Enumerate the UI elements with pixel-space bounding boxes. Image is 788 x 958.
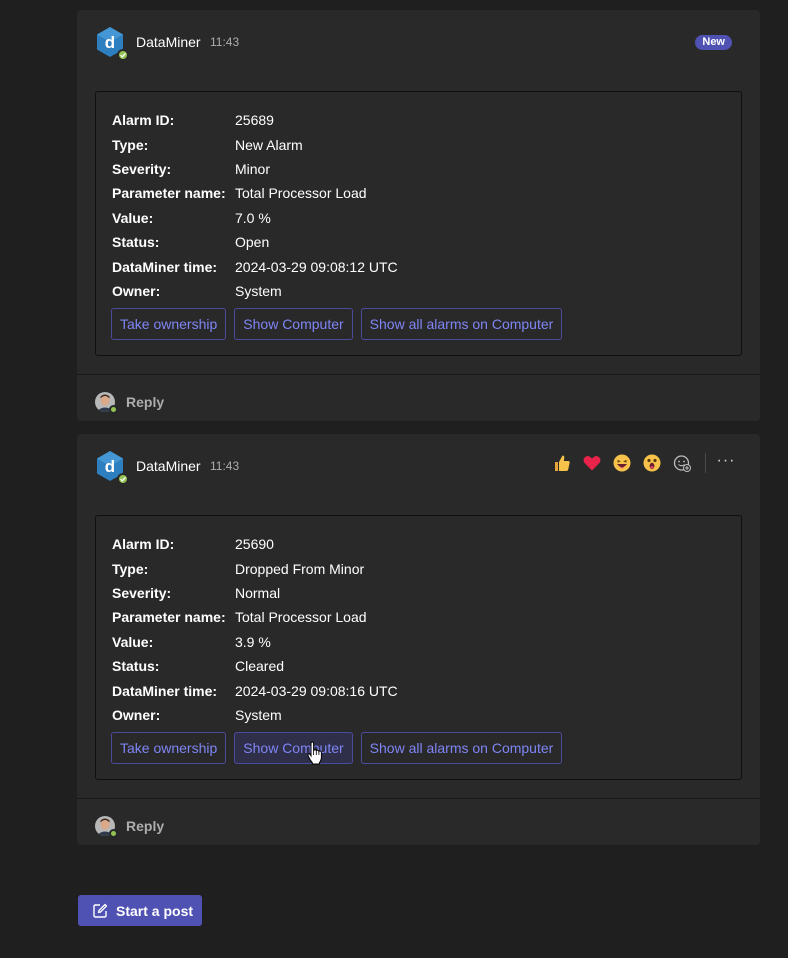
fact-value: Total Processor Load [235,185,367,202]
fact-key: Status: [112,658,160,675]
fact-row: Severity: Minor [112,157,398,181]
fact-value: 25689 [235,112,274,129]
presence-available-icon [109,829,118,838]
fact-value: 2024-03-29 09:08:12 UTC [235,258,398,275]
fact-key: Owner: [112,282,161,299]
fact-value: 25690 [235,536,274,553]
fact-key: Owner: [112,706,161,723]
fact-row: Status: Open [112,230,398,254]
show-computer-button[interactable]: Show Computer [234,308,353,340]
alarm-post: d DataMiner 11:43 New Alarm ID: 25689 Typ… [77,10,760,421]
start-post-label: Start a post [116,902,194,919]
fact-row: Severity: Normal [112,581,398,605]
fact-row: Value: 7.0 % [112,206,398,230]
fact-key: Severity: [112,160,172,177]
add-reaction-icon [673,455,691,472]
fact-row: Value: 3.9 % [112,630,398,654]
fact-key: Parameter name: [112,609,226,626]
start-post-button[interactable]: Start a post [78,895,202,926]
fact-set: Alarm ID: 25689 Type: New Alarm Severity: M… [112,108,398,303]
user-avatar [95,816,118,838]
svg-text:d: d [105,33,115,52]
alarm-post: d DataMiner 11:43 ··· Alarm ID: 25690 Ty… [77,434,760,845]
fact-value: New Alarm [235,136,303,153]
fact-key: DataMiner time: [112,682,218,699]
like-icon [555,455,570,471]
fact-key: DataMiner time: [112,258,218,275]
alarm-card: Alarm ID: 25689 Type: New Alarm Severity: M… [95,91,742,356]
post-header: d DataMiner 11:43 ··· [77,434,760,498]
fact-key: Type: [112,560,149,577]
post-header: d DataMiner 11:43 New [77,10,760,74]
heart-reaction[interactable] [581,452,603,474]
fact-row: DataMiner time: 2024-03-29 09:08:12 UTC [112,254,398,278]
post-author[interactable]: DataMiner [136,458,201,474]
fact-value: System [235,706,282,723]
presence-available-icon [117,473,129,485]
post-time: 11:43 [210,459,240,473]
svg-text:d: d [105,457,115,476]
take-ownership-button[interactable]: Take ownership [111,732,227,764]
post-author[interactable]: DataMiner [136,34,201,50]
presence-available-icon [109,405,118,414]
new-badge: New [695,35,732,50]
fact-value: 3.9 % [235,633,271,650]
reply-button[interactable]: Reply [126,394,164,410]
surprised-icon [643,454,661,472]
fact-value: Minor [235,160,271,177]
reaction-bar: ··· [543,451,738,475]
fact-value: 2024-03-29 09:08:16 UTC [235,682,398,699]
reply-bar[interactable]: Reply [77,374,760,421]
fact-value: 7.0 % [235,209,271,226]
surprised-reaction[interactable] [641,452,663,474]
show-all-alarms-button[interactable]: Show all alarms on Computer [360,732,563,764]
dataminer-avatar[interactable]: d [94,26,129,61]
alarm-card: Alarm ID: 25690 Type: Dropped From Minor S… [95,515,742,780]
card-actions: Take ownership Show Computer Show all al… [111,732,570,764]
compose-icon [93,903,108,918]
fact-row: Type: Dropped From Minor [112,556,398,580]
reply-bar[interactable]: Reply [77,798,760,845]
fact-row: Type: New Alarm [112,132,398,156]
fact-key: Value: [112,209,154,226]
fact-value: System [235,282,282,299]
fact-key: Status: [112,234,160,251]
presence-available-icon [117,49,129,61]
fact-row: Owner: System [112,703,398,727]
more-options-button[interactable]: ··· [714,452,738,474]
fact-key: Parameter name: [112,185,226,202]
fact-key: Value: [112,633,154,650]
fact-value: Dropped From Minor [235,560,365,577]
toolbar-divider [705,453,706,473]
fact-key: Alarm ID: [112,536,175,553]
fact-key: Alarm ID: [112,112,175,129]
add-reaction-button[interactable] [671,452,693,474]
laugh-icon [613,454,631,472]
post-time: 11:43 [210,35,240,49]
fact-row: Parameter name: Total Processor Load [112,605,398,629]
fact-set: Alarm ID: 25690 Type: Dropped From Minor S… [112,532,398,727]
fact-row: Alarm ID: 25690 [112,532,398,556]
take-ownership-button[interactable]: Take ownership [111,308,227,340]
show-computer-button[interactable]: Show Computer [234,732,353,764]
fact-value: Open [235,234,270,251]
fact-row: DataMiner time: 2024-03-29 09:08:16 UTC [112,678,398,702]
fact-row: Owner: System [112,279,398,303]
fact-row: Status: Cleared [112,654,398,678]
fact-row: Parameter name: Total Processor Load [112,181,398,205]
show-all-alarms-button[interactable]: Show all alarms on Computer [360,308,563,340]
fact-value: Total Processor Load [235,609,367,626]
like-reaction[interactable] [551,452,573,474]
user-avatar [95,392,118,414]
fact-value: Cleared [235,658,285,675]
card-actions: Take ownership Show Computer Show all al… [111,308,570,340]
laugh-reaction[interactable] [611,452,633,474]
dataminer-avatar[interactable]: d [94,450,129,485]
fact-key: Severity: [112,584,172,601]
fact-key: Type: [112,136,149,153]
heart-icon [583,456,601,471]
fact-row: Alarm ID: 25689 [112,108,398,132]
fact-value: Normal [235,584,281,601]
reply-button[interactable]: Reply [126,818,164,834]
